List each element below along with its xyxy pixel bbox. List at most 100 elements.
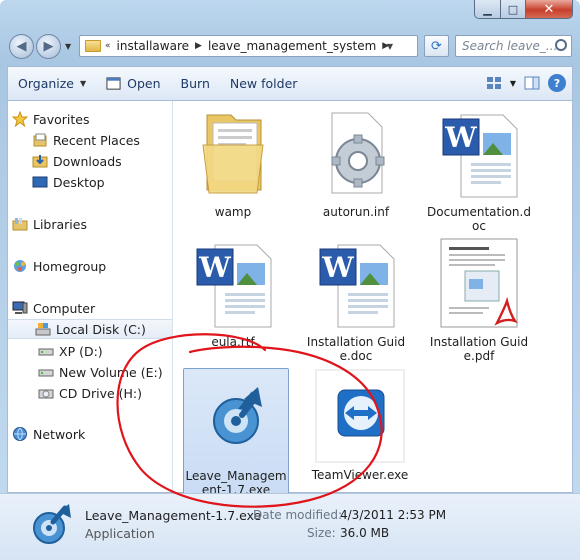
file-name: autorun.inf	[322, 205, 390, 219]
nav-recent-places-label: Recent Places	[53, 132, 140, 148]
explorer-window: ▁ □ ✕ ◀ ▶ ▼ « installaware ▶ leave_manag…	[0, 0, 580, 560]
file-name: wamp	[214, 205, 252, 219]
recent-pages-dropdown-icon[interactable]: ▼	[65, 42, 71, 51]
refresh-button[interactable]: ⟳	[424, 35, 449, 57]
details-file-type: Application	[85, 526, 155, 541]
nav-local-disk-label: Local Disk (C:)	[56, 321, 146, 337]
maximize-button[interactable]: □	[500, 0, 526, 19]
recent-places-icon	[33, 133, 47, 147]
back-arrow-icon: ◀	[16, 39, 27, 54]
computer-icon	[12, 301, 28, 314]
local-disk-icon	[35, 323, 51, 336]
breadcrumb-installaware[interactable]: installaware	[111, 39, 196, 53]
word-doc-icon: W	[319, 244, 395, 328]
nav-xp-d[interactable]: XP (D:)	[38, 341, 103, 361]
nav-network[interactable]: Network	[12, 424, 85, 444]
desktop-icon	[32, 176, 48, 188]
file-name: Installation Guide.pdf	[429, 335, 529, 363]
file-item-autorun-inf[interactable]: autorun.inf	[303, 105, 409, 219]
organize-label: Organize	[18, 76, 74, 91]
view-options-icon[interactable]	[486, 76, 502, 90]
star-icon	[12, 111, 28, 127]
file-item-installation-guide-doc[interactable]: W Installation Guide.doc	[303, 235, 409, 363]
nav-favorites-label: Favorites	[33, 111, 90, 127]
file-item-teamviewer-exe[interactable]: TeamViewer.exe	[307, 368, 413, 482]
nav-homegroup-label: Homegroup	[33, 258, 107, 274]
details-modified-value: 4/3/2011 2:53 PM	[340, 508, 447, 522]
help-icon[interactable]: ?	[548, 74, 566, 92]
svg-text:W: W	[198, 251, 231, 284]
svg-text:W: W	[444, 121, 477, 154]
file-item-documentation-doc[interactable]: W Documentation.doc	[426, 105, 532, 233]
installer-icon	[213, 387, 262, 444]
search-placeholder: Search leave_...	[462, 39, 558, 53]
file-item-installation-guide-pdf[interactable]: Installation Guide.pdf	[426, 235, 532, 363]
nav-computer-label: Computer	[33, 300, 96, 316]
nav-new-volume-e[interactable]: New Volume (E:)	[38, 362, 163, 382]
folder-icon	[85, 40, 101, 52]
file-item-leave-management-exe[interactable]: Leave_Management-1.7.exe	[183, 368, 289, 498]
drive-icon	[38, 369, 54, 377]
nav-homegroup[interactable]: Homegroup	[12, 256, 106, 276]
chevron-down-icon: ▼	[80, 79, 87, 88]
back-button[interactable]: ◀	[9, 34, 34, 59]
svg-text:W: W	[321, 251, 354, 284]
nav-cd-drive-label: CD Drive (H:)	[59, 385, 142, 401]
nav-cd-drive-h[interactable]: CD Drive (H:)	[38, 383, 142, 403]
file-name: Documentation.doc	[427, 205, 531, 233]
breadcrumb-separator-icon[interactable]: ▶	[195, 41, 202, 51]
navigation-pane: Favorites Recent Places Downloads Deskto…	[8, 101, 173, 492]
nav-downloads-label: Downloads	[53, 153, 122, 169]
open-button[interactable]: Open	[96, 71, 170, 97]
drive-icon	[38, 348, 54, 356]
address-dropdown-icon[interactable]: ▼	[383, 36, 397, 56]
nav-network-label: Network	[33, 426, 86, 442]
folder-icon	[202, 114, 264, 194]
forward-button[interactable]: ▶	[36, 34, 61, 59]
installer-icon	[33, 504, 71, 544]
refresh-icon: ⟳	[431, 38, 442, 54]
nav-libraries[interactable]: Libraries	[12, 214, 87, 234]
nav-desktop[interactable]: Desktop	[32, 172, 105, 192]
details-size-value: 36.0 MB	[340, 526, 390, 540]
nav-downloads[interactable]: Downloads	[32, 151, 122, 171]
word-doc-icon: W	[196, 244, 272, 328]
close-button[interactable]: ✕	[525, 0, 573, 19]
file-item-wamp[interactable]: wamp	[180, 105, 286, 219]
nav-local-disk-c[interactable]: Local Disk (C:)	[8, 319, 172, 339]
nav-computer[interactable]: Computer	[12, 298, 95, 318]
network-icon	[13, 427, 27, 441]
title-bar: ▁ □ ✕	[0, 0, 580, 28]
open-label: Open	[127, 76, 161, 91]
cd-drive-icon	[38, 389, 54, 399]
address-bar[interactable]: « installaware ▶ leave_management_system…	[79, 35, 418, 57]
organize-button[interactable]: Organize ▼	[8, 71, 96, 97]
content-area: Favorites Recent Places Downloads Deskto…	[7, 100, 573, 498]
homegroup-icon	[14, 260, 26, 272]
search-icon	[555, 39, 567, 51]
address-row: ◀ ▶ ▼ « installaware ▶ leave_management_…	[0, 30, 580, 62]
window-icon	[106, 77, 121, 90]
search-input[interactable]: Search leave_...	[455, 35, 572, 57]
teamviewer-icon	[315, 369, 405, 463]
nav-favorites[interactable]: Favorites	[12, 109, 89, 129]
minimize-button[interactable]: ▁	[474, 0, 501, 19]
forward-arrow-icon: ▶	[43, 39, 54, 54]
nav-recent-places[interactable]: Recent Places	[32, 130, 140, 150]
file-list: wamp autorun.inf W Documentation.doc W e…	[174, 101, 572, 498]
details-size-label: Size:	[307, 526, 336, 540]
nav-new-volume-label: New Volume (E:)	[59, 364, 163, 380]
details-file-name: Leave_Management-1.7.exe	[85, 508, 262, 523]
new-folder-button[interactable]: New folder	[220, 71, 308, 97]
libraries-icon	[12, 218, 28, 231]
file-name: TeamViewer.exe	[311, 468, 409, 482]
burn-button[interactable]: Burn	[171, 71, 220, 97]
pdf-icon	[440, 238, 518, 328]
downloads-folder-icon	[32, 155, 48, 168]
settings-file-icon	[331, 112, 385, 194]
preview-pane-icon[interactable]	[524, 75, 540, 91]
nav-xp-label: XP (D:)	[59, 343, 103, 359]
file-item-eula-rtf[interactable]: W eula.rtf	[180, 235, 286, 349]
breadcrumb-leave-management-system[interactable]: leave_management_system	[202, 39, 382, 53]
view-dropdown-icon[interactable]: ▼	[510, 79, 516, 88]
